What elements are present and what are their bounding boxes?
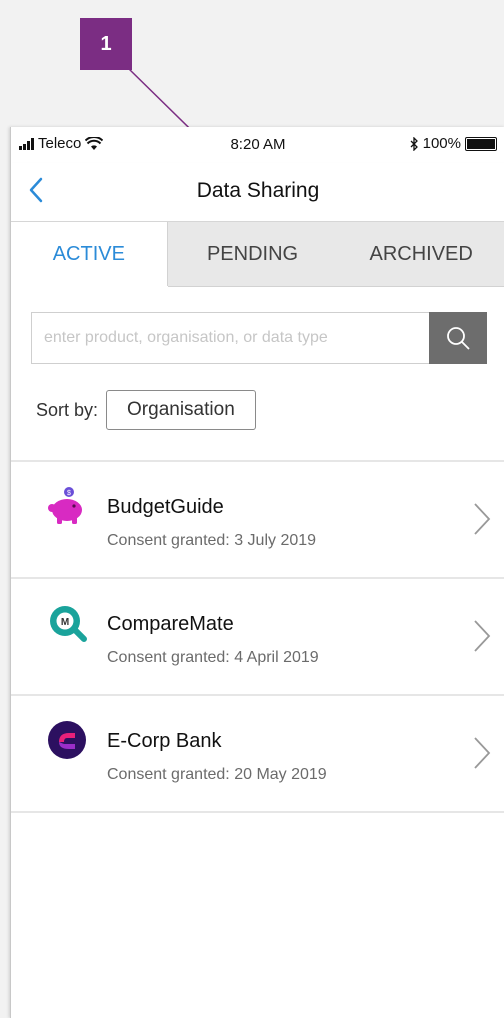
chevron-right-icon: [474, 620, 491, 652]
svg-text:M: M: [61, 617, 69, 628]
item-name: CompareMate: [107, 613, 234, 635]
item-detail: Consent granted: 20 May 2019: [107, 766, 327, 783]
phone-screen: Teleco 8:20 AM 100% Data Sharing ACTIVE …: [10, 127, 504, 1018]
item-detail: Consent granted: 3 July 2019: [107, 532, 317, 549]
list-item[interactable]: M CompareMate Consent granted: 4 April 2…: [11, 579, 504, 696]
sort-dropdown[interactable]: Organisation: [106, 390, 256, 430]
battery-percentage: 100%: [422, 135, 461, 152]
item-name: BudgetGuide: [107, 496, 224, 518]
sort-label: Sort by:: [36, 399, 99, 420]
piggy-bank-icon: $: [48, 487, 82, 524]
battery-icon: [465, 136, 497, 151]
bluetooth-icon: [410, 136, 418, 151]
tab-pending[interactable]: PENDING: [167, 222, 338, 287]
search-input[interactable]: [31, 312, 429, 364]
search-icon: [447, 327, 470, 350]
tab-archived[interactable]: ARCHIVED: [337, 222, 504, 287]
tab-bar: ACTIVE PENDING ARCHIVED: [11, 222, 504, 287]
status-bar: Teleco 8:20 AM 100%: [11, 127, 504, 163]
ecorp-logo-icon: [48, 721, 86, 759]
page-title: Data Sharing: [196, 179, 320, 202]
item-detail: Consent granted: 4 April 2019: [107, 649, 319, 666]
svg-text:$: $: [67, 490, 71, 497]
list-item[interactable]: E-Corp Bank Consent granted: 20 May 2019: [11, 696, 504, 813]
consent-list: $ BudgetGuide Consent granted: 3 July 20…: [11, 460, 504, 813]
sort-control: Sort by: Organisation: [36, 390, 256, 430]
navigation-bar: Data Sharing: [11, 163, 504, 222]
item-name: E-Corp Bank: [107, 730, 222, 752]
chevron-right-icon: [474, 503, 491, 535]
comparemate-logo-icon: M: [50, 606, 87, 642]
search-bar: [31, 312, 487, 364]
chevron-right-icon: [474, 737, 491, 769]
search-button[interactable]: [429, 312, 487, 364]
list-item[interactable]: $ BudgetGuide Consent granted: 3 July 20…: [11, 462, 504, 579]
tab-active[interactable]: ACTIVE: [11, 222, 168, 286]
